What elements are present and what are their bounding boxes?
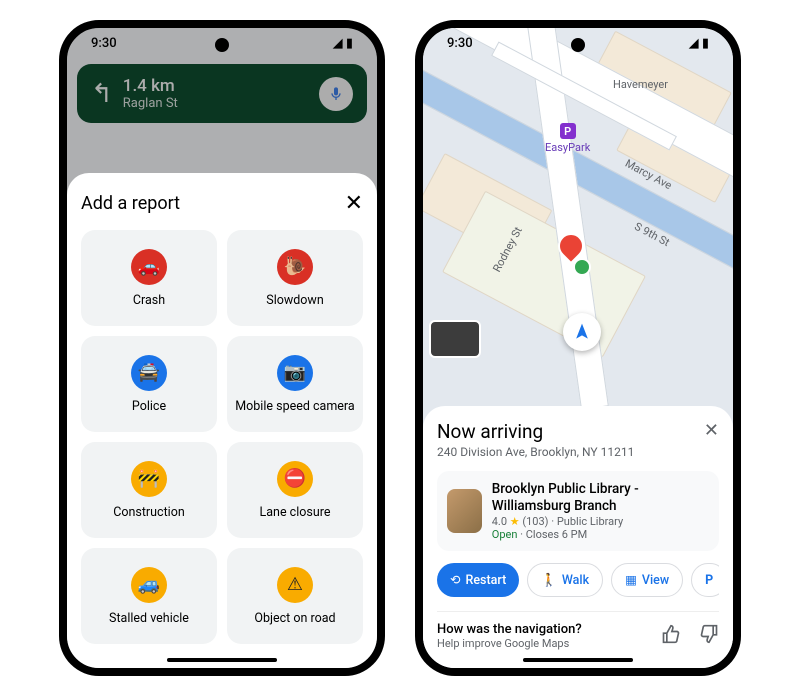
sheet-title: Add a report [81, 193, 180, 214]
current-location-marker[interactable] [563, 313, 601, 351]
report-label: Crash [133, 293, 165, 308]
crash-icon: 🚗 [131, 249, 167, 285]
feedback-row: How was the navigation? Help improve Goo… [437, 611, 719, 650]
close-button[interactable]: ✕ [704, 420, 719, 441]
report-tile-slowdown[interactable]: 🐌 Slowdown [227, 230, 363, 326]
parking-icon: P [705, 573, 713, 588]
place-thumbnail [447, 489, 482, 533]
home-indicator[interactable] [523, 658, 633, 662]
arrival-sheet: Now arriving 240 Division Ave, Brooklyn,… [423, 406, 733, 668]
report-tile-stalled[interactable]: 🚙 Stalled vehicle [81, 548, 217, 644]
status-icons: ◢ ▮ [689, 36, 709, 51]
parking-icon: P [560, 123, 576, 139]
report-label: Lane closure [260, 505, 331, 520]
map-label-havemeyer: Havemeyer [613, 78, 668, 91]
report-label: Mobile speed camera [235, 399, 354, 414]
feedback-question: How was the navigation? [437, 622, 582, 637]
lane-closure-icon: ⛔ [277, 461, 313, 497]
report-label: Construction [113, 505, 185, 520]
status-time: 9:30 [447, 36, 473, 51]
feedback-subtitle: Help improve Google Maps [437, 637, 582, 650]
camera-cutout [215, 38, 229, 52]
stalled-icon: 🚙 [131, 567, 167, 603]
status-time: 9:30 [91, 36, 117, 51]
report-sheet: Add a report ✕ 🚗 Crash 🐌 Slowdown 🚔 Police 📷 Mo… [67, 173, 377, 668]
home-indicator[interactable] [167, 658, 277, 662]
object-icon: ⚠ [277, 567, 313, 603]
report-tile-speed-camera[interactable]: 📷 Mobile speed camera [227, 336, 363, 432]
star-icon: ★ [510, 515, 520, 528]
restart-button[interactable]: ⟲ Restart [437, 563, 519, 597]
place-card[interactable]: Brooklyn Public Library - Williamsburg B… [437, 471, 719, 551]
thumbs-down-icon [699, 624, 719, 644]
report-label: Stalled vehicle [109, 611, 189, 626]
place-status: Open [492, 528, 518, 541]
camera-cutout [571, 38, 585, 52]
phone-right: 9:30 ◢ ▮ Havemeyer Marcy Ave Rodney St S… [415, 20, 741, 676]
place-closes: Closes 6 PM [526, 528, 587, 541]
phone-left: 9:30 ◢ ▮ ↰ 1.4 km Raglan St Add a report… [59, 20, 385, 676]
view-button[interactable]: ▦ View [611, 563, 683, 597]
place-pin-icon[interactable] [573, 258, 591, 276]
action-row: ⟲ Restart 🚶 Walk ▦ View P [437, 563, 719, 597]
report-tile-police[interactable]: 🚔 Police [81, 336, 217, 432]
construction-icon: 🚧 [131, 461, 167, 497]
status-icons: ◢ ▮ [333, 36, 353, 51]
arrival-address: 240 Division Ave, Brooklyn, NY 11211 [437, 445, 634, 459]
view-icon: ▦ [625, 572, 637, 588]
speed-camera-icon: 📷 [277, 355, 313, 391]
street-view-thumbnail[interactable] [429, 320, 481, 358]
nav-arrow-icon [572, 322, 592, 342]
arrival-title: Now arriving [437, 420, 634, 443]
walk-icon: 🚶 [541, 573, 557, 588]
report-tile-lane-closure[interactable]: ⛔ Lane closure [227, 442, 363, 538]
thumbs-down-button[interactable] [699, 624, 719, 649]
report-tile-object[interactable]: ⚠ Object on road [227, 548, 363, 644]
thumbs-up-button[interactable] [661, 624, 681, 649]
thumbs-up-icon [661, 624, 681, 644]
report-label: Police [132, 399, 166, 414]
report-label: Object on road [254, 611, 335, 626]
report-tile-crash[interactable]: 🚗 Crash [81, 230, 217, 326]
place-meta: 4.0 ★ (103) · Public Library [492, 515, 709, 528]
poi-easypark[interactable]: P EasyPark [545, 123, 590, 154]
police-icon: 🚔 [131, 355, 167, 391]
restart-icon: ⟲ [450, 572, 460, 588]
close-button[interactable]: ✕ [345, 191, 363, 216]
report-tile-construction[interactable]: 🚧 Construction [81, 442, 217, 538]
slowdown-icon: 🐌 [277, 249, 313, 285]
walk-button[interactable]: 🚶 Walk [527, 563, 603, 597]
place-name: Brooklyn Public Library - Williamsburg B… [492, 481, 709, 515]
parking-button[interactable]: P [691, 563, 719, 597]
report-label: Slowdown [266, 293, 323, 308]
